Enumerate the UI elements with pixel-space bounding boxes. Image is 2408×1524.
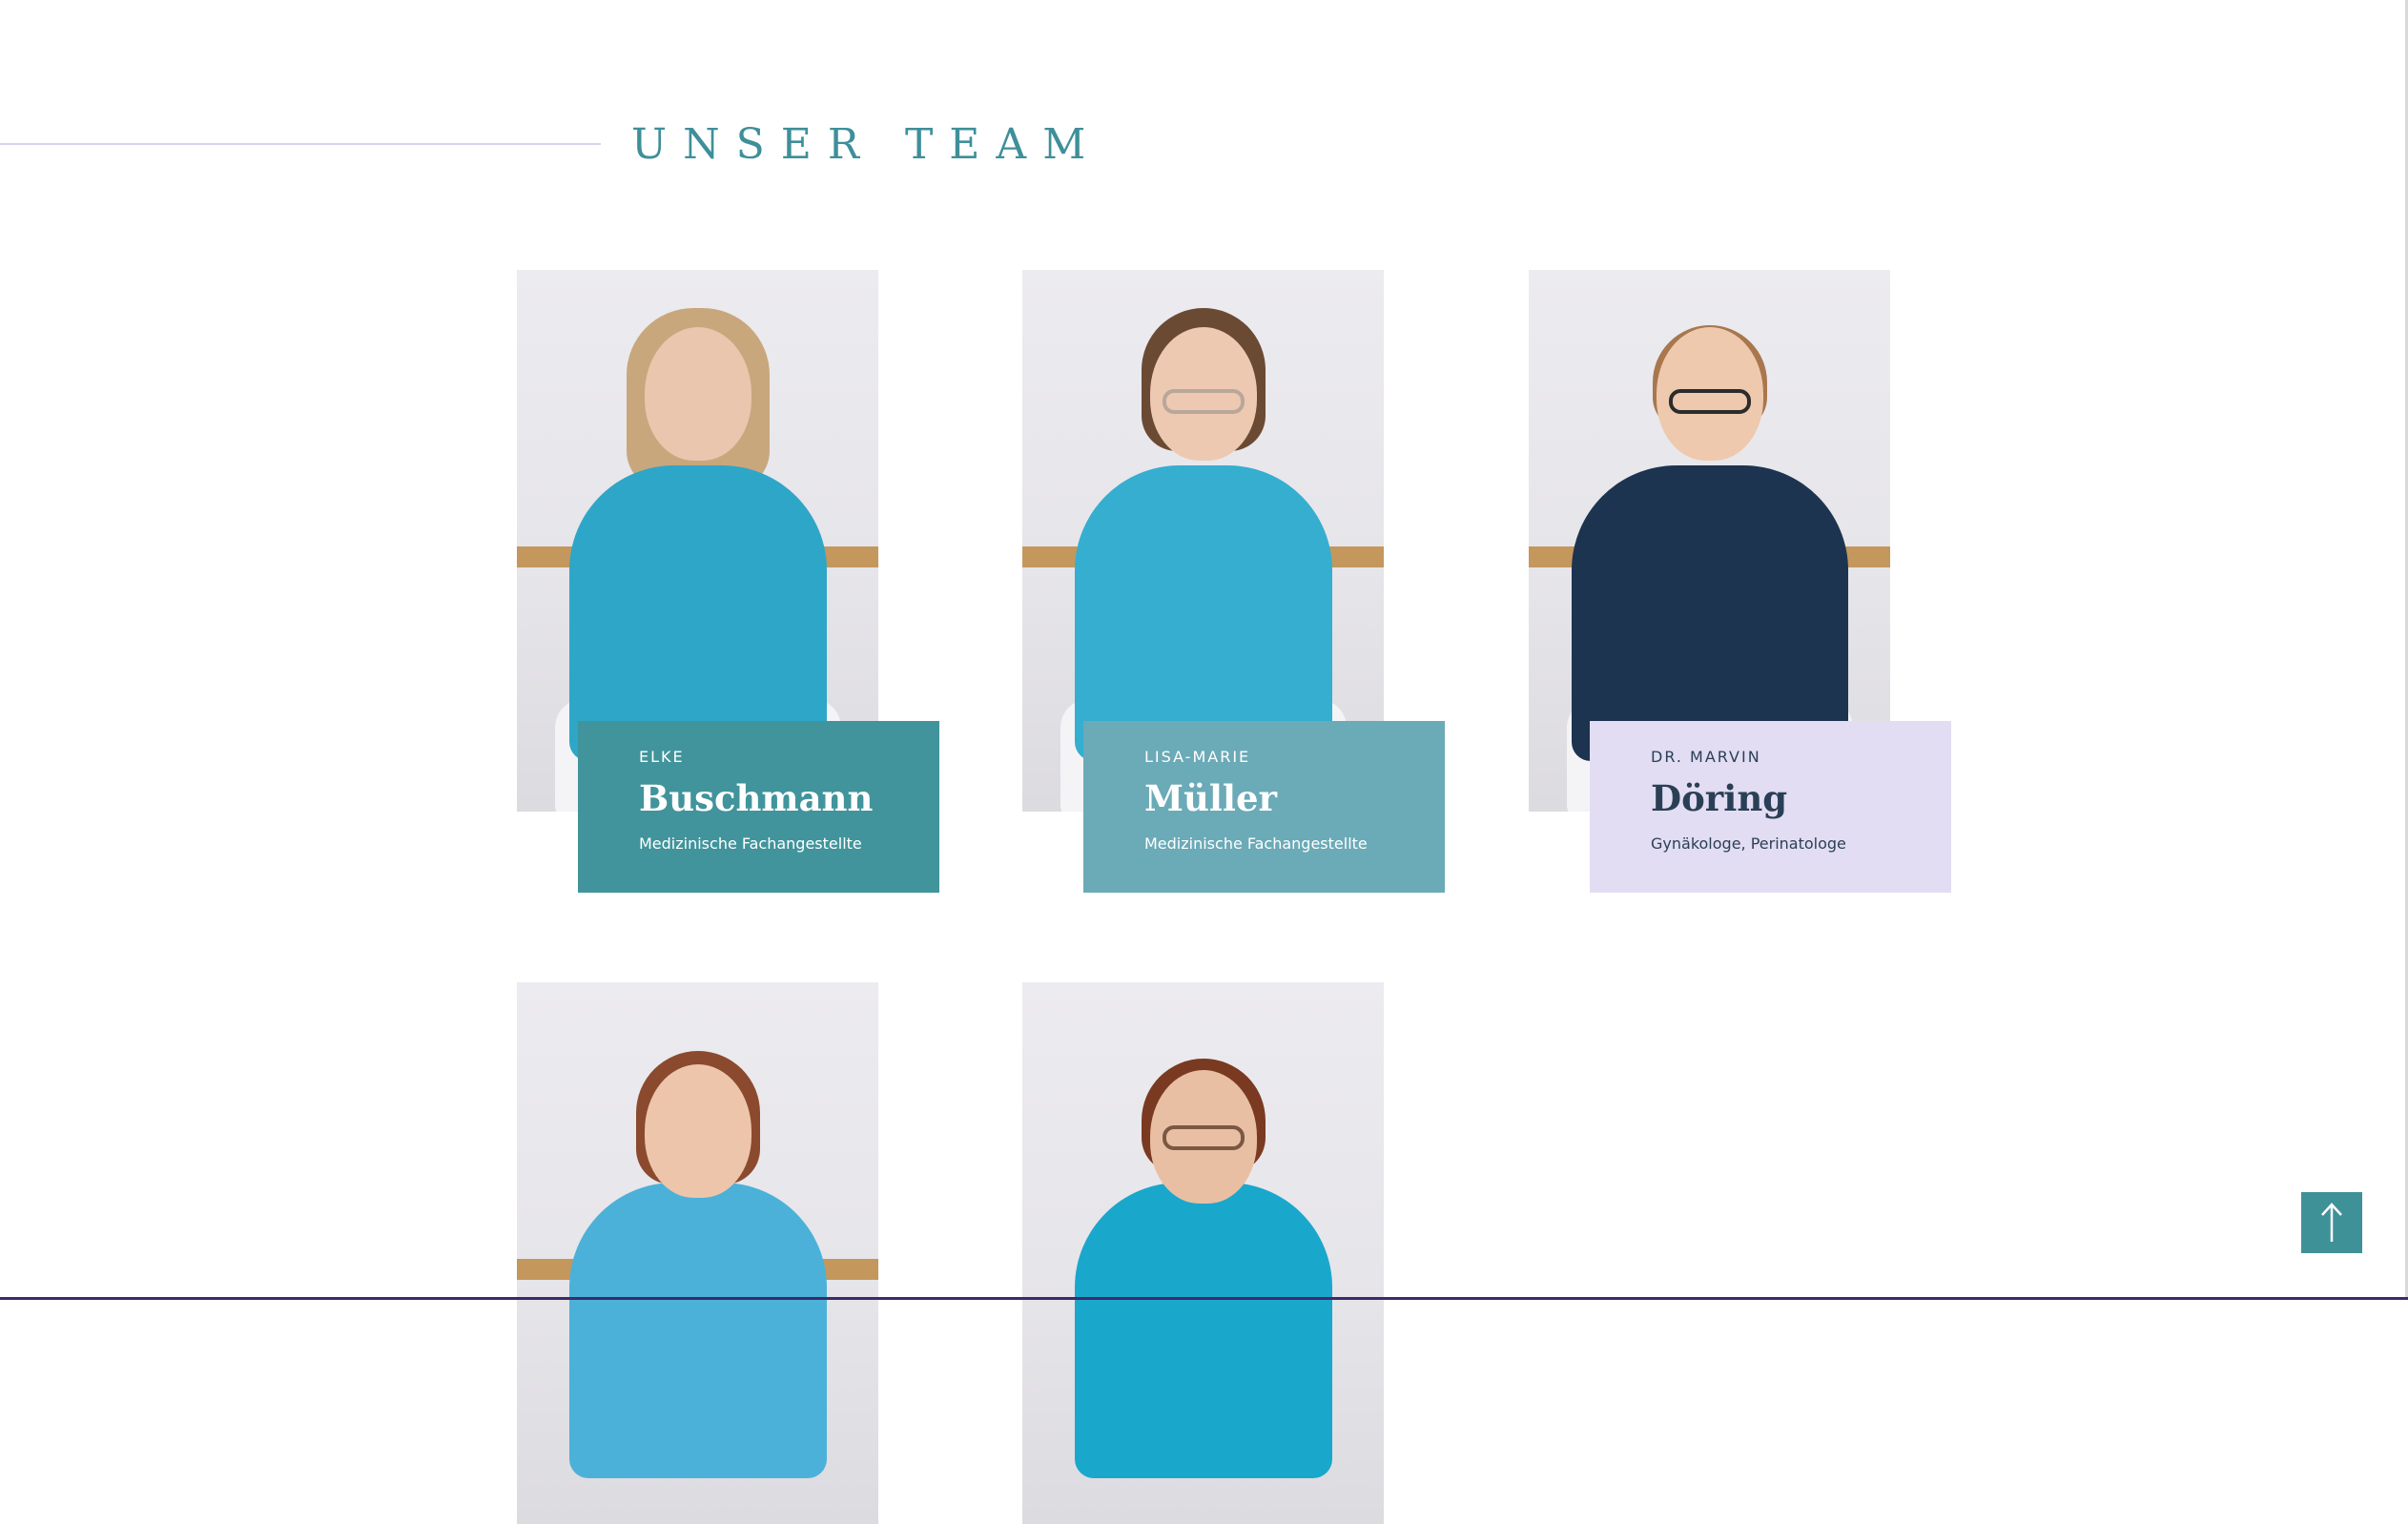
team-role: Medizinische Fachangestellte (1144, 834, 1368, 853)
team-last-name: Müller (1144, 777, 1278, 819)
face (644, 1064, 751, 1198)
jacket (568, 465, 827, 761)
section-rule (0, 143, 601, 145)
team-last-name: Buschmann (639, 777, 874, 819)
arrow-up-icon (2321, 1203, 2342, 1242)
team-first-name: LISA-MARIE (1144, 748, 1251, 766)
team-last-name: Döring (1651, 777, 1788, 819)
polo-shirt (1571, 465, 1848, 761)
face (644, 327, 751, 461)
team-first-name: ELKE (639, 748, 685, 766)
glasses (1162, 389, 1245, 414)
polo-shirt (1074, 1183, 1332, 1478)
jacket (1074, 465, 1332, 761)
team-info-box: LISA-MARIE Müller Medizinische Fachanges… (1083, 721, 1445, 893)
team-info-box: ELKE Buschmann Medizinische Fachangestel… (578, 721, 939, 893)
glasses (1668, 389, 1751, 414)
team-photo (1022, 982, 1384, 1524)
team-photo (517, 982, 878, 1524)
jacket (568, 1183, 827, 1478)
glasses (1162, 1125, 1245, 1150)
section-title: UNSER TEAM (631, 120, 1102, 169)
team-role: Gynäkologe, Perinatologe (1651, 834, 1846, 853)
team-info-box: DR. MARVIN Döring Gynäkologe, Perinatolo… (1590, 721, 1951, 893)
scroll-to-top-button[interactable] (2301, 1192, 2362, 1253)
team-first-name: DR. MARVIN (1651, 748, 1761, 766)
team-role: Medizinische Fachangestellte (639, 834, 862, 853)
